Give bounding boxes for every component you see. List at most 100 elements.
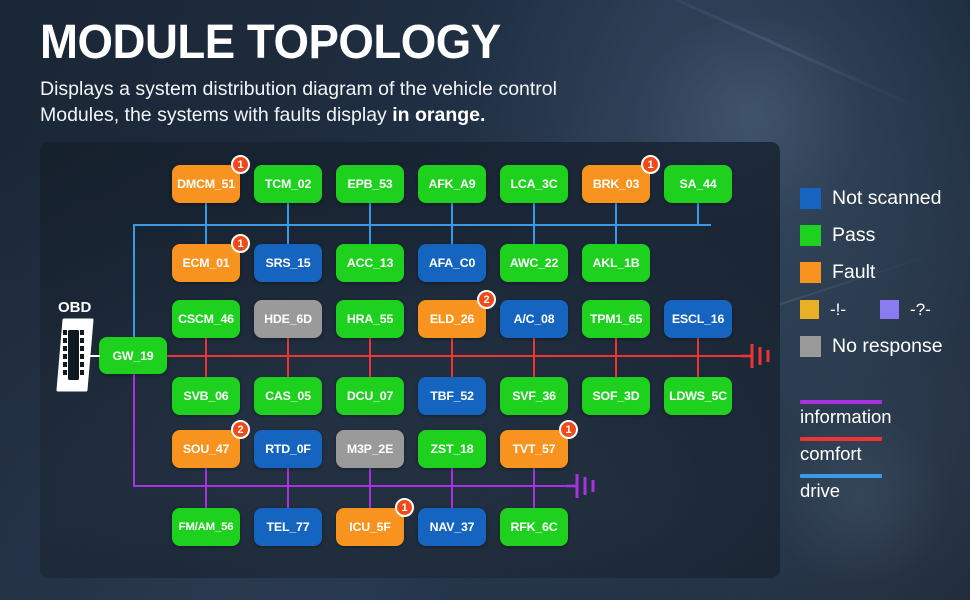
module-node-label: DMCM_51 [177,177,235,191]
module-node[interactable]: ESCL_16 [664,300,732,338]
module-bus-stub [697,355,699,379]
module-node[interactable]: TPM1_65 [582,300,650,338]
module-bus-stub [533,355,535,379]
legend-swatch-not-scanned [800,188,821,209]
module-node[interactable]: RFK_6C [500,508,568,546]
module-bus-stub [369,203,371,226]
module-node[interactable]: DCU_07 [336,377,404,415]
module-node-label: DCU_07 [346,389,394,403]
module-bus-stub [615,224,617,246]
bus-riser-drive-to-gateway [133,224,135,337]
legend-label-fault: Fault [832,261,876,283]
module-topology-screen: MODULE TOPOLOGY Displays a system distri… [0,0,970,600]
bus-legend-label-drive: drive [800,480,841,501]
module-node[interactable]: NAV_37 [418,508,486,546]
module-node[interactable]: CAS_05 [254,377,322,415]
module-bus-stub [451,224,453,246]
bus-line-information [133,485,573,487]
module-node[interactable]: AFK_A9 [418,165,486,203]
legend-swatch-no-response [800,336,821,357]
module-node-label: CAS_05 [265,389,311,403]
module-node[interactable]: AFA_C0 [418,244,486,282]
bus-legend-comfort: comfort [800,437,892,465]
module-node[interactable]: ECM_01 1 [172,234,250,282]
module-node-gateway[interactable]: GW_19 [99,337,167,374]
module-node[interactable]: TCM_02 [254,165,322,203]
header: MODULE TOPOLOGY Displays a system distri… [40,17,740,129]
module-bus-stub [451,485,453,510]
module-bus-stub [369,224,371,246]
module-bus-stub [533,203,535,226]
bus-legend-drive: drive [800,474,892,502]
legend-item-no-response: No response [800,328,943,365]
bus-legend-label-comfort: comfort [800,443,862,464]
module-bus-stub [533,224,535,246]
module-bus-stub [615,355,617,379]
module-node[interactable]: A/C_08 [500,300,568,338]
module-node[interactable]: RTD_0F [254,430,322,468]
module-node-label: SRS_15 [265,256,311,270]
module-bus-stub [369,355,371,379]
module-bus-stub [205,224,207,246]
bus-line-legend: information comfort drive [800,400,892,511]
module-node-label: HRA_55 [346,312,394,326]
module-node[interactable]: AWC_22 [500,244,568,282]
legend-item-fault: Fault [800,254,943,291]
legend-swatch-pass [800,225,821,246]
module-bus-stub [451,355,453,379]
module-node[interactable]: TBF_52 [418,377,486,415]
module-bus-stub [287,485,289,510]
bus-line-drive [133,224,711,226]
module-node-label: ZST_18 [430,442,474,456]
module-node[interactable]: SVB_06 [172,377,240,415]
module-node[interactable]: SVF_36 [500,377,568,415]
legend-item-not-scanned: Not scanned [800,180,943,217]
bus-legend-bar-information [800,400,882,404]
module-bus-stub [287,355,289,379]
module-node[interactable]: HRA_55 [336,300,404,338]
fault-count-badge: 2 [477,290,496,309]
legend-label-unknown: -?- [910,299,931,319]
module-node[interactable]: ELD_26 2 [418,290,496,338]
module-node[interactable]: LDWS_5C [664,377,732,415]
module-node[interactable]: FM/AM_56 [172,508,240,546]
module-bus-stub [697,203,699,226]
module-node[interactable]: HDE_6D [254,300,322,338]
module-node[interactable]: AKL_1B [582,244,650,282]
module-node-label: AFK_A9 [428,177,476,191]
module-node[interactable]: M3P_2E [336,430,404,468]
gateway-to-comfort-link [167,355,733,357]
legend-label-no-response: No response [832,335,943,357]
subtitle-emphasis: in orange. [392,104,486,127]
module-node[interactable]: SOU_47 2 [172,420,250,468]
module-node-label: ECM_01 [182,256,230,270]
module-node-label: LDWS_5C [669,389,727,403]
module-node-label: RFK_6C [510,520,558,534]
module-node-label: SA_44 [679,177,717,191]
fault-count-badge: 1 [231,155,250,174]
legend-label-pass: Pass [832,224,876,246]
module-node[interactable]: LCA_3C [500,165,568,203]
module-node[interactable]: EPB_53 [336,165,404,203]
module-node-label: ESCL_16 [671,312,725,326]
module-node[interactable]: ZST_18 [418,430,486,468]
module-node[interactable]: TEL_77 [254,508,322,546]
fault-count-badge: 1 [641,155,660,174]
module-node[interactable]: TVT_57 1 [500,420,578,468]
module-node-label: SVF_36 [512,389,556,403]
module-node[interactable]: SA_44 [664,165,732,203]
module-node[interactable]: ACC_13 [336,244,404,282]
module-node-label: AFA_C0 [428,256,476,270]
module-node[interactable]: BRK_03 1 [582,155,660,203]
module-bus-stub [451,203,453,226]
module-node[interactable]: ICU_5F 1 [336,498,414,546]
module-node-label: SOF_3D [592,389,640,403]
module-node-label: HDE_6D [264,312,312,326]
fault-count-badge: 1 [231,234,250,253]
module-node[interactable]: SOF_3D [582,377,650,415]
module-node-label: LCA_3C [510,177,558,191]
module-node[interactable]: SRS_15 [254,244,322,282]
module-node[interactable]: CSCM_46 [172,300,240,338]
module-node-label: AKL_1B [592,256,640,270]
module-node[interactable]: DMCM_51 1 [172,155,250,203]
